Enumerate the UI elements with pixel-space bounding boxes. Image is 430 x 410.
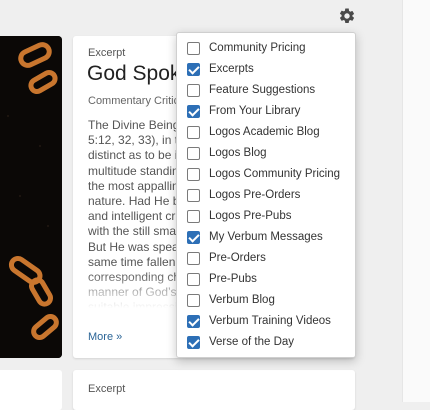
filter-checkbox[interactable] <box>187 314 200 328</box>
card-type-label: Excerpt <box>88 47 126 59</box>
filter-checkbox[interactable] <box>187 146 200 160</box>
filter-option[interactable]: Logos Blog <box>187 143 267 163</box>
filter-option-label: Logos Community Pricing <box>209 168 341 180</box>
filter-checkbox[interactable] <box>187 230 200 244</box>
filter-option[interactable]: Logos Community Pricing <box>187 164 340 184</box>
filter-option-label: Logos Pre-Pubs <box>209 210 292 222</box>
filter-option-label: Verbum Blog <box>209 294 275 306</box>
filter-option-label: Verse of the Day <box>209 336 295 348</box>
filter-checkbox[interactable] <box>187 125 200 139</box>
filter-option-label: Pre-Orders <box>209 252 266 264</box>
filter-option[interactable]: Logos Pre-Orders <box>187 185 300 205</box>
filter-checkbox[interactable] <box>187 188 200 202</box>
gear-icon[interactable] <box>338 7 356 25</box>
filter-checkbox[interactable] <box>187 335 200 349</box>
filter-checkbox[interactable] <box>187 293 200 307</box>
card-type-label: Excerpt <box>88 383 126 395</box>
feed-filter-dropdown: Community Pricing Excerpts Feature Suggest… <box>176 32 356 358</box>
filter-option[interactable]: My Verbum Messages <box>187 227 323 247</box>
filter-option-label: Logos Blog <box>209 147 267 159</box>
more-link[interactable]: More » <box>88 331 122 343</box>
filter-option[interactable]: Pre-Pubs <box>187 269 257 289</box>
filter-option[interactable]: Verbum Blog <box>187 290 275 310</box>
excerpt-card-2[interactable]: Excerpt <box>73 370 355 410</box>
filter-option-label: Logos Pre-Orders <box>209 189 301 201</box>
filter-option[interactable]: Verse of the Day <box>187 332 294 352</box>
filter-checkbox[interactable] <box>187 167 200 181</box>
filter-option-label: Logos Academic Blog <box>209 126 320 138</box>
filter-checkbox[interactable] <box>187 83 200 97</box>
filter-option-label: From Your Library <box>209 105 301 117</box>
filter-option-label: My Verbum Messages <box>209 231 323 243</box>
filter-option-label: Excerpts <box>209 63 254 75</box>
filter-option[interactable]: Logos Pre-Pubs <box>187 206 291 226</box>
filter-option[interactable]: From Your Library <box>187 101 300 121</box>
filter-checkbox[interactable] <box>187 209 200 223</box>
filter-checkbox[interactable] <box>187 62 200 76</box>
next-image-card[interactable] <box>0 370 62 410</box>
filter-option[interactable]: Feature Suggestions <box>187 80 315 100</box>
filter-checkbox[interactable] <box>187 251 200 265</box>
filter-option-label: Feature Suggestions <box>209 84 316 96</box>
featured-image[interactable] <box>0 36 62 358</box>
filter-checkbox[interactable] <box>187 272 200 286</box>
filter-option[interactable]: Logos Academic Blog <box>187 122 320 142</box>
filter-option[interactable]: Excerpts <box>187 59 254 79</box>
filter-option-label: Verbum Training Videos <box>209 315 331 327</box>
filter-checkbox[interactable] <box>187 104 200 118</box>
filter-option[interactable]: Pre-Orders <box>187 248 266 268</box>
filter-checkbox[interactable] <box>187 41 200 55</box>
filter-option[interactable]: Verbum Training Videos <box>187 311 331 331</box>
card-source: Commentary Critical <box>88 95 188 107</box>
filter-option-label: Community Pricing <box>209 42 306 54</box>
right-rail <box>402 0 430 402</box>
filter-option[interactable]: Community Pricing <box>187 38 306 58</box>
filter-option-label: Pre-Pubs <box>209 273 257 285</box>
